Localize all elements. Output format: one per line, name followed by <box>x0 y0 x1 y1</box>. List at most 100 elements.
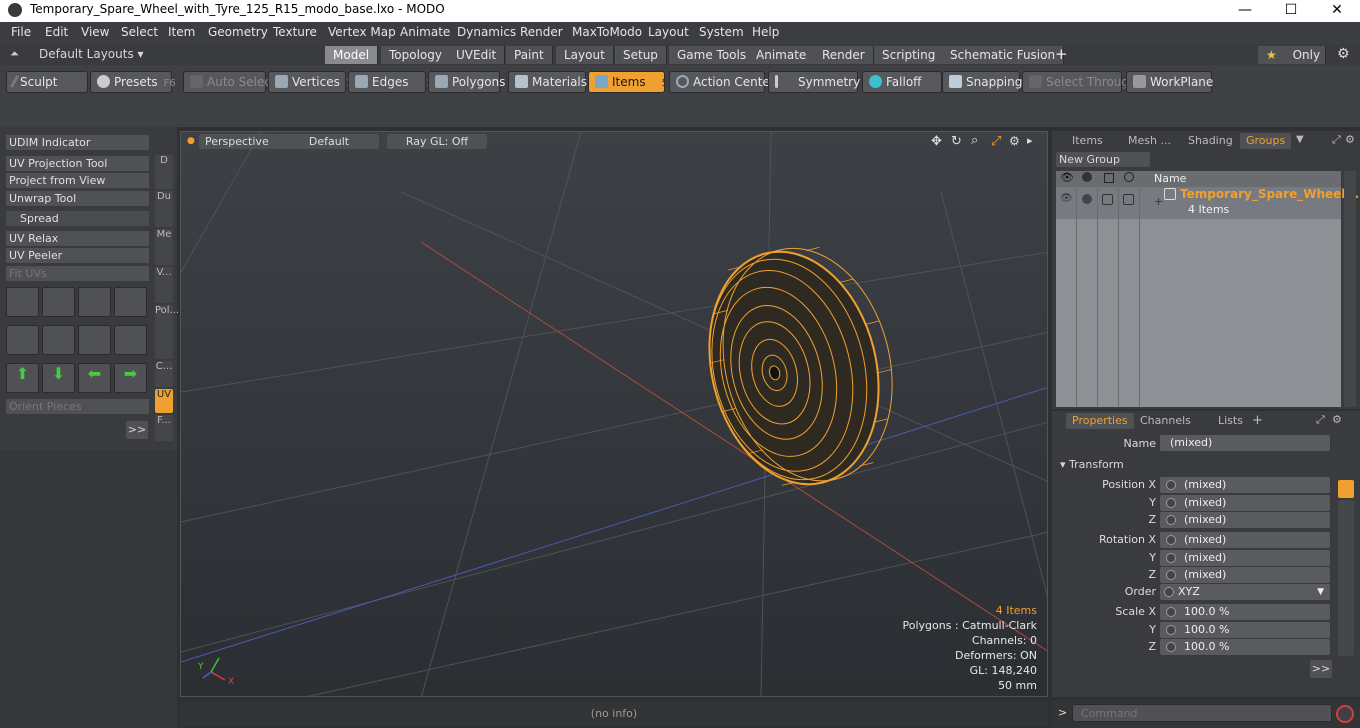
workplane-button[interactable]: WorkPlane <box>1126 71 1213 93</box>
minimize-button[interactable]: — <box>1222 0 1268 22</box>
record-icon[interactable] <box>1336 705 1354 723</box>
tab-mesh[interactable]: Mesh ... <box>1122 133 1177 149</box>
rotation-y-field[interactable]: (mixed) <box>1160 550 1330 566</box>
tab-items[interactable]: Items <box>1066 133 1109 149</box>
uv-sphere-tool-icon[interactable] <box>114 325 147 355</box>
tab-scripting[interactable]: Scripting <box>874 46 945 64</box>
menu-geometry[interactable]: Geometry <box>208 25 268 39</box>
gear-icon[interactable]: ⚙ <box>1337 46 1350 62</box>
falloff-button[interactable]: Falloff <box>862 71 942 93</box>
sculpt-button[interactable]: Sculpt <box>6 71 88 93</box>
tab-channels[interactable]: Channels <box>1134 413 1197 429</box>
menu-view[interactable]: View <box>81 25 109 39</box>
name-field[interactable]: (mixed) <box>1160 435 1330 451</box>
menu-file[interactable]: File <box>11 25 31 39</box>
uv-cube-tool-icon[interactable] <box>114 287 147 317</box>
uv-rotate-tool-icon[interactable] <box>42 287 75 317</box>
position-x-field[interactable]: (mixed) <box>1160 477 1330 493</box>
presets-button[interactable]: Presets F6 <box>90 71 176 93</box>
group-lock-icon[interactable] <box>1102 194 1113 205</box>
menu-select[interactable]: Select <box>121 25 158 39</box>
position-z-field[interactable]: (mixed) <box>1160 512 1330 528</box>
arrow-left-icon[interactable]: ⬅ <box>78 363 111 393</box>
menu-help[interactable]: Help <box>752 25 779 39</box>
transform-section[interactable]: ▾ Transform <box>1060 458 1124 471</box>
polygons-button[interactable]: Polygons <box>428 71 505 93</box>
layouts-dropdown[interactable]: Default Layouts ▾ <box>39 47 144 61</box>
viewport-options-dot[interactable]: ● <box>187 136 195 146</box>
tab-lists[interactable]: Lists <box>1212 413 1249 429</box>
menu-maxtomodo[interactable]: MaxToModo <box>572 25 642 39</box>
tab-game-tools[interactable]: Game Tools <box>669 46 756 64</box>
action-center-button[interactable]: Action Center <box>669 71 775 93</box>
tab-groups[interactable]: Groups <box>1240 133 1292 149</box>
tab-topology[interactable]: Topology <box>381 46 451 64</box>
collapse-icon[interactable]: ⏶ <box>10 47 19 61</box>
menu-layout[interactable]: Layout <box>648 25 689 39</box>
tab-uvedit[interactable]: UVEdit <box>448 46 506 64</box>
items-button[interactable]: Items 5 <box>588 71 668 93</box>
materials-button[interactable]: Materials <box>508 71 587 93</box>
order-dropdown[interactable]: XYZ ▼ <box>1160 584 1330 600</box>
panel-gear-icon[interactable]: ⚙ <box>1345 133 1355 146</box>
menu-item[interactable]: Item <box>168 25 195 39</box>
group-select-icon[interactable] <box>1123 194 1134 205</box>
tab-model[interactable]: Model <box>325 46 379 64</box>
menu-animate[interactable]: Animate <box>400 25 450 39</box>
uv-transform-tool-icon[interactable] <box>78 287 111 317</box>
rotation-x-field[interactable]: (mixed) <box>1160 532 1330 548</box>
select-through-button[interactable]: Select Through <box>1022 71 1137 93</box>
props-side-scrollbar[interactable] <box>1338 500 1354 656</box>
menu-dynamics[interactable]: Dynamics <box>457 25 516 39</box>
vtab-v[interactable]: V... <box>155 267 173 303</box>
tab-render[interactable]: Render <box>814 46 874 64</box>
menu-edit[interactable]: Edit <box>45 25 68 39</box>
zoom-icon[interactable]: ⌕ <box>971 133 978 148</box>
wheel-wireframe[interactable] <box>686 230 916 502</box>
orient-pieces-button[interactable]: Orient Pieces <box>6 399 149 415</box>
vtab-me[interactable]: Me <box>155 229 173 265</box>
close-button[interactable]: ✕ <box>1314 0 1360 22</box>
expand-props-icon[interactable]: ⤢ <box>1316 413 1325 427</box>
udim-indicator-button[interactable]: UDIM Indicator <box>6 135 149 151</box>
unwrap-tool-button[interactable]: Unwrap Tool <box>6 191 149 207</box>
tab-schematic-fusion[interactable]: Schematic Fusion <box>942 46 1065 64</box>
rotate-view-icon[interactable]: ↻ <box>951 134 962 149</box>
command-input[interactable] <box>1072 704 1332 722</box>
position-y-field[interactable]: (mixed) <box>1160 495 1330 511</box>
tab-paint[interactable]: Paint <box>506 46 553 64</box>
scale-z-field[interactable]: 100.0 % <box>1160 639 1330 655</box>
tab-dropdown-icon[interactable]: ▼ <box>1296 134 1304 145</box>
scale-x-field[interactable]: 100.0 % <box>1160 604 1330 620</box>
fit-uvs-button[interactable]: Fit UVs <box>6 266 149 282</box>
groups-scrollbar[interactable] <box>1344 171 1356 407</box>
menu-system[interactable]: System <box>699 25 744 39</box>
vtab-c[interactable]: C... <box>155 361 173 387</box>
uv-fold-tool-icon[interactable] <box>6 325 39 355</box>
view-type-dropdown[interactable]: Perspective <box>199 134 279 149</box>
arrow-down-icon[interactable]: ⬇ <box>42 363 75 393</box>
more-tools-button[interactable]: >> <box>126 421 148 439</box>
vertices-button[interactable]: Vertices1 <box>268 71 352 93</box>
arrow-up-icon[interactable]: ⬆ <box>6 363 39 393</box>
vtab-uv[interactable]: UV <box>155 389 173 413</box>
symmetry-button[interactable]: Symmetry <box>768 71 860 93</box>
group-visibility-icon[interactable]: 👁 <box>1060 193 1073 204</box>
auto-select-button[interactable]: Auto Select <box>183 71 276 93</box>
expand-panel-icon[interactable]: ⤢ <box>1332 133 1341 147</box>
fit-view-icon[interactable]: ⤢ <box>991 134 1001 149</box>
maximize-button[interactable]: ☐ <box>1268 0 1314 22</box>
tab-setup[interactable]: Setup <box>615 46 667 64</box>
viewport-gear-icon[interactable]: ⚙ <box>1009 134 1020 148</box>
uv-taper-tool-icon[interactable] <box>78 325 111 355</box>
edges-button[interactable]: Edges2 <box>348 71 433 93</box>
viewport-expand-icon[interactable]: ▸ <box>1027 134 1033 147</box>
raygl-toggle[interactable]: Ray GL: Off <box>387 134 487 149</box>
expand-group-icon[interactable]: + <box>1154 195 1163 208</box>
project-from-view-button[interactable]: Project from View <box>6 173 149 189</box>
scale-y-field[interactable]: 100.0 % <box>1160 622 1330 638</box>
spread-section[interactable]: Spread <box>6 211 149 227</box>
arrow-right-icon[interactable]: ➡ <box>114 363 147 393</box>
tab-layout[interactable]: Layout <box>556 46 614 64</box>
uv-relax-button[interactable]: UV Relax <box>6 231 149 247</box>
